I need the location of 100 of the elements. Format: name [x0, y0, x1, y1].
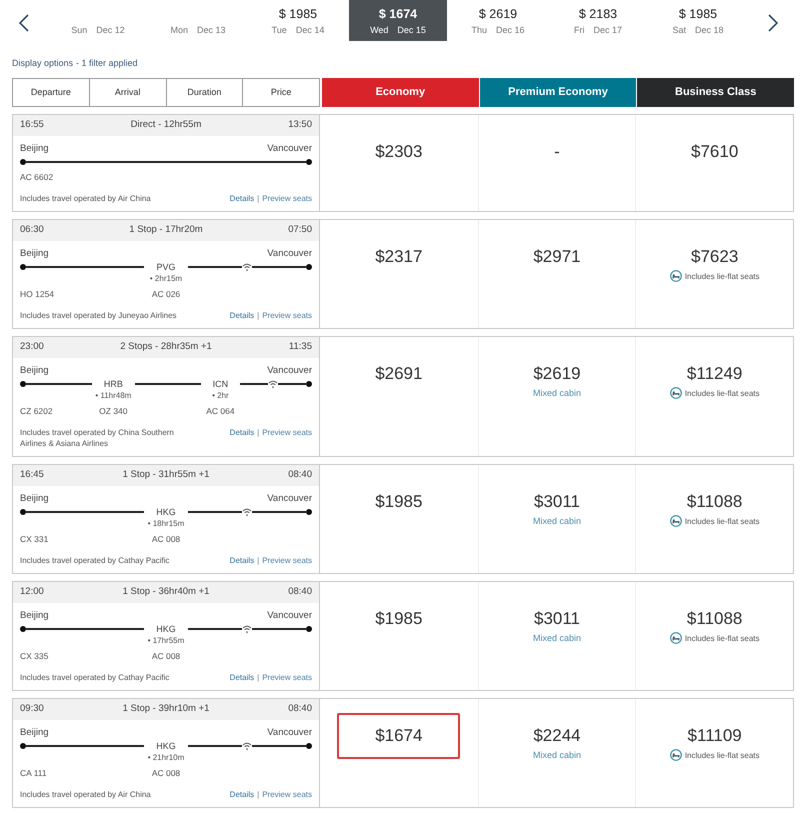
operator-note: Includes travel operated by Air China: [20, 789, 151, 800]
departure-time: 12:00: [20, 585, 45, 600]
layover-duration: • 17hr55m: [148, 635, 184, 647]
preview-seats-link[interactable]: Preview seats: [262, 193, 312, 204]
flight-number: OZ 340: [99, 405, 128, 417]
display-options-link[interactable]: Display options: [12, 57, 74, 71]
layover-duration: • 21hr10m: [148, 752, 184, 764]
operator-note: Includes travel operated by Juneyao Airlines: [20, 310, 177, 321]
layover-duration: • 2hr15m: [150, 273, 182, 285]
fare-price[interactable]: $1985: [375, 609, 422, 629]
cabin-header: Premium Economy: [480, 78, 636, 107]
fare-price[interactable]: -: [554, 142, 560, 162]
flat-bed-icon: [670, 387, 682, 399]
airport-code: HKG: [155, 740, 177, 752]
mixed-cabin-link[interactable]: Mixed cabin: [532, 516, 581, 527]
fare-price[interactable]: $2691: [375, 364, 422, 384]
lie-flat-note: Includes lie-flat seats: [684, 388, 760, 398]
mixed-cabin-link[interactable]: Mixed cabin: [532, 750, 581, 761]
departure-time: 06:30: [20, 223, 45, 238]
flight-summary: 1 Stop - 31hr55m +1: [122, 468, 210, 482]
origin-city: Beijing: [20, 143, 49, 155]
fare-price[interactable]: $11249: [686, 364, 742, 384]
date-tab[interactable]: $ 1985 Tue Dec 14: [248, 0, 348, 41]
arrival-time: 11:35: [288, 340, 312, 354]
flat-bed-icon: [670, 749, 682, 761]
destination-city: Vancouver: [267, 493, 312, 505]
route-line: [240, 383, 306, 385]
sort-button[interactable]: Departure: [13, 79, 89, 106]
preview-seats-link[interactable]: Preview seats: [262, 672, 312, 683]
date-tab[interactable]: $ 2619 Thu Dec 16: [448, 0, 548, 41]
airport-code: HKG: [155, 623, 177, 635]
operator-note: Includes travel operated by China Southern Airlines & Asiana Airlines: [20, 427, 175, 449]
date-tab[interactable]: Mon Dec 13: [148, 0, 248, 41]
details-link[interactable]: Details: [230, 193, 254, 204]
date-tab[interactable]: Sun Dec 12: [48, 0, 148, 41]
fare-price[interactable]: $3011: [534, 492, 580, 512]
airport-code: HRB: [102, 378, 124, 390]
flight-number: AC 064: [206, 405, 235, 417]
fare-price[interactable]: $1985: [375, 492, 422, 512]
fare-price[interactable]: $2303: [375, 142, 422, 162]
fare-price[interactable]: $2317: [375, 247, 422, 267]
flight-summary: 1 Stop - 36hr40m +1: [122, 585, 210, 600]
arrival-time: 08:40: [287, 468, 312, 482]
flight-number: CX 331: [20, 533, 48, 545]
origin-city: Beijing: [20, 365, 49, 377]
mixed-cabin-link[interactable]: Mixed cabin: [532, 388, 581, 399]
fare-price[interactable]: $11088: [686, 609, 742, 629]
origin-city: Beijing: [20, 493, 49, 505]
fare-price[interactable]: $7610: [691, 142, 738, 162]
flight-number: AC 6602: [20, 171, 54, 183]
fare-price[interactable]: $11109: [688, 726, 742, 746]
airport-code: ICN: [212, 378, 230, 390]
date-tab[interactable]: $ 2183 Fri Dec 17: [548, 0, 648, 41]
airport-code: PVG: [155, 261, 176, 273]
fare-price[interactable]: $2971: [533, 247, 581, 267]
destination-city: Vancouver: [267, 365, 312, 377]
date-tab[interactable]: $ 1985 Sat Dec 18: [648, 0, 748, 41]
departure-time: 16:45: [20, 468, 45, 482]
details-link[interactable]: Details: [230, 789, 254, 800]
date-tab[interactable]: $ 1674 Wed Dec 15: [349, 0, 447, 41]
details-link[interactable]: Details: [230, 310, 254, 321]
operator-note: Includes travel operated by Cathay Pacific: [20, 555, 170, 566]
sort-button[interactable]: Price: [242, 79, 319, 106]
details-link[interactable]: Details: [230, 427, 254, 438]
fare-price[interactable]: $7623: [691, 247, 738, 267]
previous-dates-button[interactable]: [19, 14, 29, 32]
fare-price[interactable]: $11088: [686, 492, 742, 512]
arrival-time: 07:50: [287, 223, 312, 238]
flight-number: AC 008: [152, 767, 180, 779]
flight-number: AC 008: [152, 650, 180, 662]
details-link[interactable]: Details: [230, 672, 254, 683]
preview-seats-link[interactable]: Preview seats: [262, 555, 312, 566]
flat-bed-icon: [670, 270, 682, 282]
details-link[interactable]: Details: [230, 555, 254, 566]
flat-bed-icon: [670, 515, 682, 527]
cabin-header: Economy: [322, 78, 479, 107]
destination-city: Vancouver: [267, 248, 312, 260]
link-separator: |: [257, 193, 260, 204]
sort-button[interactable]: Duration: [166, 79, 242, 106]
origin-city: Beijing: [20, 727, 49, 739]
flight-summary: 1 Stop - 17hr20m: [128, 223, 204, 238]
next-dates-button[interactable]: [768, 14, 778, 32]
fare-price[interactable]: $1674: [337, 713, 460, 759]
lie-flat-note: Includes lie-flat seats: [684, 750, 760, 760]
flight-number: CX 335: [20, 650, 48, 662]
mixed-cabin-link[interactable]: Mixed cabin: [532, 633, 581, 644]
sort-button[interactable]: Arrival: [88, 79, 166, 106]
fare-price[interactable]: $3011: [534, 609, 580, 629]
departure-time: 23:00: [20, 340, 45, 354]
preview-seats-link[interactable]: Preview seats: [262, 427, 312, 438]
layover-duration: • 2hr: [212, 390, 229, 402]
flight-number: CZ 6202: [20, 405, 53, 417]
link-separator: |: [257, 789, 260, 800]
fare-price[interactable]: $2244: [533, 726, 581, 746]
preview-seats-link[interactable]: Preview seats: [262, 310, 312, 321]
fare-price[interactable]: $2619: [533, 364, 581, 384]
preview-seats-link[interactable]: Preview seats: [262, 789, 312, 800]
cabin-header: Business Class: [637, 78, 794, 107]
destination-city: Vancouver: [267, 143, 312, 155]
link-separator: |: [257, 672, 260, 683]
